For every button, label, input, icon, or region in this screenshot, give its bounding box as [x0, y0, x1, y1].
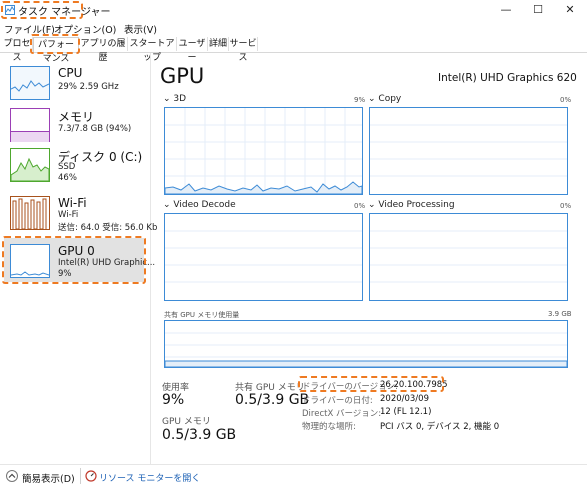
graph-percent: 0% [354, 202, 366, 210]
open-resource-monitor-link[interactable]: リソース モニターを開く [99, 471, 200, 484]
shared-memory-max: 3.9 GB [548, 310, 572, 318]
graph-shared-memory [164, 320, 568, 368]
sidebar-item-label: メモリ [58, 110, 95, 124]
shared-memory-stat-value: 0.5/3.9 GB [235, 392, 310, 408]
sidebar-item-detail-2: 送信: 64.0 受信: 56.0 Kb [58, 223, 158, 233]
close-button[interactable]: ✕ [554, 0, 586, 20]
shared-memory-label: 共有 GPU メモリ使用量 [164, 311, 240, 319]
physical-location-value: PCI バス 0, デバイス 2, 機能 0 [380, 422, 500, 432]
sidebar-item-disk[interactable]: ディスク 0 (C:) SSD 46% [4, 142, 144, 186]
resource-monitor-icon [85, 470, 97, 482]
graph-copy [369, 107, 568, 195]
maximize-button[interactable]: ☐ [522, 0, 554, 20]
graph-percent: 9% [354, 96, 366, 104]
graph-dropdown-3d[interactable]: ⌄ 3D [163, 94, 186, 104]
gpu-memory-value: 0.5/3.9 GB [162, 427, 237, 443]
menu-view[interactable]: 表示(V) [124, 22, 157, 36]
graph-dropdown-video-processing[interactable]: ⌄ Video Processing [368, 200, 455, 210]
gpu-memory-label: GPU メモリ [162, 417, 211, 427]
sidebar-item-cpu[interactable]: CPU 29% 2.59 GHz [4, 60, 144, 104]
usage-value: 9% [162, 392, 185, 408]
graph-dropdown-copy[interactable]: ⌄ Copy [368, 94, 401, 104]
tab-users[interactable]: ユーザー [177, 37, 208, 63]
driver-date-label: ドライバーの日付: [302, 396, 373, 406]
fewer-details-link[interactable]: 簡易表示(D) [22, 471, 75, 485]
memory-thumbnail [10, 108, 50, 142]
graph-percent: 0% [560, 96, 572, 104]
tab-processes[interactable]: プロセス [2, 37, 33, 63]
graph-label: Video Processing [378, 200, 455, 210]
cpu-thumbnail [10, 66, 50, 100]
tab-details[interactable]: 詳細 [208, 37, 229, 51]
minimize-button[interactable]: — [490, 0, 522, 20]
window-title: タスク マネージャー [18, 7, 111, 18]
directx-label: DirectX バージョン: [302, 409, 382, 419]
tab-services[interactable]: サービス [229, 37, 258, 63]
sidebar-item-detail: SSD [58, 162, 76, 172]
tab-app-history[interactable]: アプリの履歴 [79, 37, 128, 63]
page-title: GPU [160, 64, 205, 88]
disk-thumbnail [10, 148, 50, 182]
graph-label: Video Decode [173, 200, 236, 210]
chevron-up-icon[interactable] [6, 470, 18, 482]
graph-dropdown-video-decode[interactable]: ⌄ Video Decode [163, 200, 236, 210]
graph-video-decode [164, 213, 363, 301]
task-manager-icon [5, 5, 15, 15]
sidebar-item-detail-2: 46% [58, 173, 77, 183]
tab-startup[interactable]: スタートアップ [128, 37, 177, 63]
graph-video-processing [369, 213, 568, 301]
sidebar-item-wifi[interactable]: Wi-Fi Wi-Fi 送信: 64.0 受信: 56.0 Kb [4, 190, 157, 234]
divider [80, 468, 81, 484]
tab-highlight [30, 34, 80, 54]
directx-value: 12 (FL 12.1) [380, 407, 432, 417]
driver-date-value: 2020/03/09 [380, 394, 429, 404]
sidebar-item-detail: Wi-Fi [58, 210, 79, 220]
physical-location-label: 物理的な場所: [302, 422, 356, 432]
graph-percent: 0% [560, 202, 572, 210]
sidebar-item-detail: 7.3/7.8 GB (94%) [58, 124, 132, 134]
sidebar-item-detail: 29% 2.59 GHz [58, 82, 119, 92]
sidebar-item-memory[interactable]: メモリ 7.3/7.8 GB (94%) [4, 102, 144, 146]
sidebar-item-label: CPU [58, 66, 83, 80]
graph-3d [164, 107, 363, 195]
wifi-thumbnail [10, 196, 50, 230]
gpu-model-name: Intel(R) UHD Graphics 620 [438, 72, 577, 84]
graph-label: 3D [173, 94, 187, 104]
graph-label: Copy [378, 94, 402, 104]
sidebar-item-label: Wi-Fi [58, 196, 87, 210]
driver-version-highlight [298, 376, 444, 392]
gpu-item-highlight [2, 236, 146, 284]
